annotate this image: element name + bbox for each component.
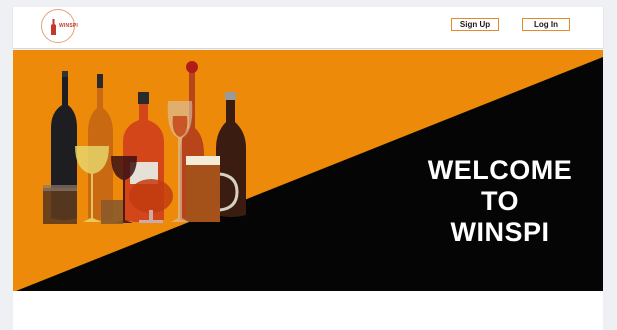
welcome-heading: WELCOME TO WINSPI — [410, 155, 590, 248]
signup-button[interactable]: Sign Up — [451, 18, 499, 31]
brand-logo[interactable]: WINSPI — [41, 9, 78, 43]
hero-banner: WELCOME TO WINSPI — [13, 50, 603, 291]
welcome-line-3: WINSPI — [450, 217, 550, 247]
login-button[interactable]: Log In — [522, 18, 570, 31]
navbar: WINSPI Sign Up Log In — [13, 7, 603, 49]
page: WINSPI Sign Up Log In WELCOME TO WINSPI — [13, 7, 603, 330]
welcome-line-2: TO — [480, 186, 519, 216]
welcome-line-1: WELCOME — [427, 155, 573, 185]
bottle-logo-icon — [51, 19, 56, 35]
logo-text: WINSPI — [59, 23, 78, 29]
